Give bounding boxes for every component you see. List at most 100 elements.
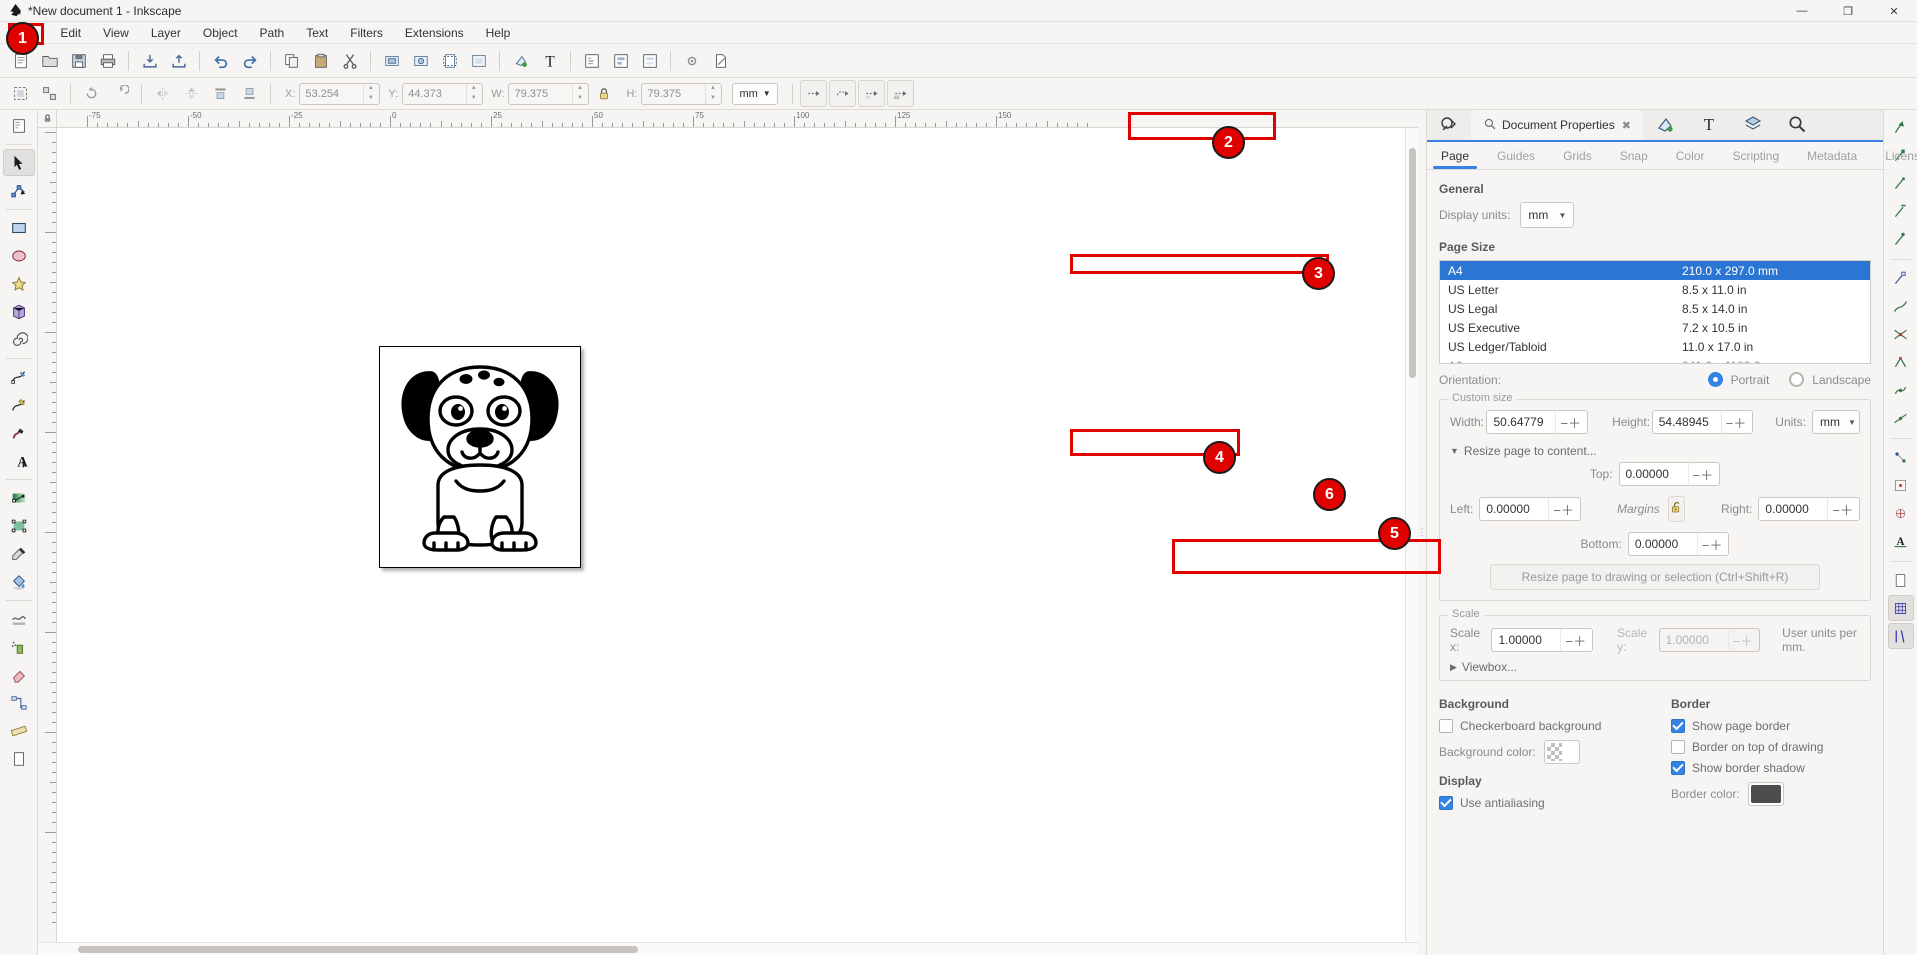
lower-to-bottom-icon[interactable] — [236, 80, 263, 107]
snap-grid-icon[interactable] — [1887, 595, 1914, 621]
snap-paths-icon[interactable] — [1888, 293, 1914, 319]
redo-icon[interactable] — [236, 47, 263, 74]
calligraphy-tool[interactable] — [3, 419, 35, 446]
text-tool[interactable]: A — [3, 447, 35, 474]
pencil-tool[interactable] — [3, 391, 35, 418]
close-icon[interactable]: ✖ — [1622, 119, 1631, 132]
snap-bbox-edge-icon[interactable] — [1888, 198, 1914, 224]
width-input[interactable]: 50.64779 −＋ — [1486, 410, 1589, 434]
top-margin-stepper[interactable]: −＋ — [1687, 463, 1720, 485]
export-icon[interactable] — [165, 47, 192, 74]
zoom-drawing-icon[interactable] — [407, 47, 434, 74]
height-stepper[interactable]: −＋ — [1720, 411, 1753, 433]
spray-tool[interactable] — [3, 633, 35, 660]
zoom-page-icon[interactable] — [436, 47, 463, 74]
border-on-top-row[interactable]: Border on top of drawing — [1671, 740, 1871, 754]
copy-icon[interactable] — [278, 47, 305, 74]
box3d-tool[interactable] — [3, 298, 35, 325]
paint-bucket-tool[interactable] — [3, 568, 35, 595]
right-margin-input[interactable]: 0.00000 −＋ — [1758, 497, 1860, 521]
flip-vertical-icon[interactable] — [178, 80, 205, 107]
horizontal-ruler[interactable]: -75 -50 -25 0 25 50 75 100 125 150 — [57, 110, 1405, 128]
connector-tool[interactable] — [3, 689, 35, 716]
width-stepper[interactable]: −＋ — [1555, 411, 1587, 433]
menu-help[interactable]: Help — [475, 24, 522, 42]
cut-icon[interactable] — [336, 47, 363, 74]
undo-icon[interactable] — [207, 47, 234, 74]
menu-filters[interactable]: Filters — [339, 24, 394, 42]
tab-snap[interactable]: Snap — [1606, 142, 1662, 169]
dock-tab-text[interactable]: T — [1687, 110, 1731, 140]
document-page[interactable] — [379, 346, 581, 568]
move-pattern-icon[interactable] — [886, 80, 914, 107]
snap-bbox-corner-icon[interactable] — [1888, 170, 1914, 196]
close-button[interactable]: ✕ — [1871, 0, 1917, 22]
bottom-margin-stepper[interactable]: −＋ — [1696, 533, 1729, 555]
top-margin-input[interactable]: 0.00000 −＋ — [1618, 462, 1721, 486]
save-document-icon[interactable] — [65, 47, 92, 74]
x-field[interactable]: 53.254 ▲ ▼ — [299, 82, 381, 105]
snap-rotation-center-icon[interactable] — [1888, 500, 1914, 526]
y-stepper[interactable]: ▲ ▼ — [466, 83, 480, 104]
raise-to-top-icon[interactable] — [207, 80, 234, 107]
gradient-tool[interactable] — [3, 484, 35, 511]
snap-bbox-midpoint-icon[interactable] — [1888, 226, 1914, 252]
checkerboard-background-row[interactable]: Checkerboard background — [1439, 719, 1671, 733]
h-stepper[interactable]: ▲ ▼ — [705, 83, 719, 104]
use-antialiasing-checkbox[interactable] — [1439, 796, 1453, 810]
w-field[interactable]: 79.375 ▲ ▼ — [508, 82, 590, 105]
tab-license[interactable]: License — [1871, 142, 1917, 169]
tweak-tool[interactable] — [3, 605, 35, 632]
dock-tab-objects[interactable] — [1427, 110, 1471, 140]
y-field[interactable]: 44.373 ▲ ▼ — [402, 82, 484, 105]
fill-stroke-icon[interactable] — [507, 47, 534, 74]
layers-icon[interactable] — [636, 47, 663, 74]
page-size-row-us-ledger[interactable]: US Ledger/Tabloid 11.0 x 17.0 in — [1440, 337, 1870, 356]
right-margin-stepper[interactable]: −＋ — [1827, 498, 1859, 520]
left-margin-stepper[interactable]: −＋ — [1548, 498, 1580, 520]
paste-icon[interactable] — [307, 47, 334, 74]
spiral-tool[interactable] — [3, 326, 35, 353]
align-icon[interactable] — [607, 47, 634, 74]
page-size-row-a4[interactable]: A4 210.0 x 297.0 mm — [1440, 261, 1870, 280]
snap-others-icon[interactable] — [1888, 444, 1914, 470]
scale-x-input[interactable]: 1.00000 −＋ — [1491, 628, 1594, 652]
tab-color[interactable]: Color — [1662, 142, 1719, 169]
left-margin-input[interactable]: 0.00000 −＋ — [1479, 497, 1581, 521]
dock-tab-fill-stroke[interactable] — [1643, 110, 1687, 140]
bottom-margin-input[interactable]: 0.00000 −＋ — [1627, 532, 1730, 556]
rectangle-tool[interactable] — [3, 214, 35, 241]
text-tool-icon[interactable]: T — [536, 47, 563, 74]
tab-scripting[interactable]: Scripting — [1718, 142, 1793, 169]
flip-horizontal-icon[interactable] — [149, 80, 176, 107]
use-antialiasing-row[interactable]: Use antialiasing — [1439, 796, 1671, 810]
page-size-row-a0[interactable]: A0 841.0 x 1189.0 mm — [1440, 356, 1870, 364]
pages-tool[interactable] — [3, 745, 35, 772]
drawing-canvas[interactable] — [57, 128, 1405, 942]
eyedropper-tool[interactable] — [3, 540, 35, 567]
snap-object-center-icon[interactable] — [1888, 472, 1914, 498]
tab-guides[interactable]: Guides — [1483, 142, 1549, 169]
mesh-gradient-tool[interactable] — [3, 512, 35, 539]
maximize-button[interactable]: ❐ — [1825, 0, 1871, 22]
snap-enable-icon[interactable] — [1888, 114, 1914, 140]
snap-text-baseline-icon[interactable]: A — [1888, 528, 1914, 554]
snap-page-border-icon[interactable] — [1888, 567, 1914, 593]
move-stroke-icon[interactable] — [799, 80, 827, 107]
viewbox-disclosure[interactable]: ▶ Viewbox... — [1450, 660, 1517, 674]
xml-editor-icon[interactable] — [578, 47, 605, 74]
lock-aspect-ratio-icon[interactable] — [590, 80, 617, 107]
menu-path[interactable]: Path — [249, 24, 296, 42]
document-properties-icon[interactable] — [707, 47, 734, 74]
ellipse-tool[interactable] — [3, 242, 35, 269]
page-size-row-us-letter[interactable]: US Letter 8.5 x 11.0 in — [1440, 280, 1870, 299]
page-size-row-us-executive[interactable]: US Executive 7.2 x 10.5 in — [1440, 318, 1870, 337]
show-page-border-row[interactable]: Show page border — [1671, 719, 1871, 733]
scale-x-stepper[interactable]: −＋ — [1560, 629, 1592, 651]
page-size-list[interactable]: A4 210.0 x 297.0 mm US Letter 8.5 x 11.0… — [1439, 260, 1871, 364]
resize-page-to-drawing-button[interactable]: Resize page to drawing or selection (Ctr… — [1490, 564, 1820, 590]
custom-size-units-dropdown[interactable]: mm ▼ — [1811, 410, 1860, 434]
menu-object[interactable]: Object — [192, 24, 249, 42]
preferences-icon[interactable] — [678, 47, 705, 74]
margins-lock-button[interactable] — [1667, 496, 1686, 522]
